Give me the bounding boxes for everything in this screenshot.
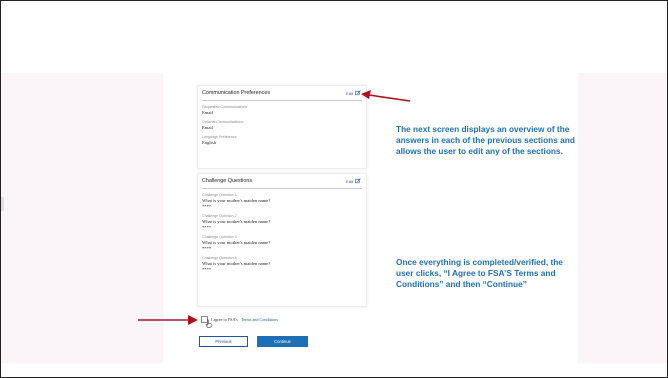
edge-mark: [1, 197, 4, 211]
challenge-question-1: Challenge Question 1 What is your mother…: [202, 193, 362, 210]
language-preference-field: Language Preference English: [202, 135, 362, 146]
optional-communications-field: Optional Communications Email: [202, 120, 362, 131]
terms-text: I agree to FSA's: [211, 317, 238, 322]
field-value: English: [202, 140, 217, 145]
question-answer: ****: [202, 204, 212, 209]
challenge-question-4: Challenge Question 4 What is your mother…: [202, 256, 362, 273]
communication-header: Communication Preferences Edit: [202, 86, 362, 101]
previous-button[interactable]: Previous: [199, 336, 248, 347]
field-value: Email: [202, 110, 213, 115]
edit-icon[interactable]: [355, 90, 361, 96]
communication-edit-label[interactable]: Edit: [346, 91, 353, 96]
challenge-question-2: Challenge Question 2 What is your mother…: [202, 214, 362, 231]
requested-communications-field: Requested Communications Email: [202, 105, 362, 116]
question-answer: ****: [202, 267, 212, 272]
challenge-title: Challenge Questions: [202, 178, 253, 184]
completion-note: Once everything is completed/verified, t…: [396, 257, 563, 290]
overview-note: The next screen displays an overview of …: [396, 124, 575, 157]
continue-button[interactable]: Continue: [257, 336, 308, 347]
question-answer: ****: [202, 246, 212, 251]
edit-icon[interactable]: [355, 178, 361, 184]
field-value: Email: [202, 125, 213, 130]
terms-link[interactable]: Terms and Conditions: [241, 317, 278, 322]
challenge-questions-panel: Challenge Questions Edit Challenge Quest…: [197, 173, 367, 307]
communication-edit-link[interactable]: Edit: [346, 90, 361, 96]
challenge-question-3: Challenge Question 3 What is your mother…: [202, 235, 362, 252]
challenge-edit-link[interactable]: Edit: [346, 178, 361, 184]
hand-cursor-icon: [205, 319, 212, 328]
question-answer: ****: [202, 225, 212, 230]
challenge-edit-label[interactable]: Edit: [346, 179, 353, 184]
communication-title: Communication Preferences: [202, 90, 271, 96]
slide: Communication Preferences Edit Requested…: [0, 0, 668, 378]
challenge-header: Challenge Questions Edit: [202, 174, 362, 189]
communication-preferences-panel: Communication Preferences Edit Requested…: [197, 85, 367, 169]
